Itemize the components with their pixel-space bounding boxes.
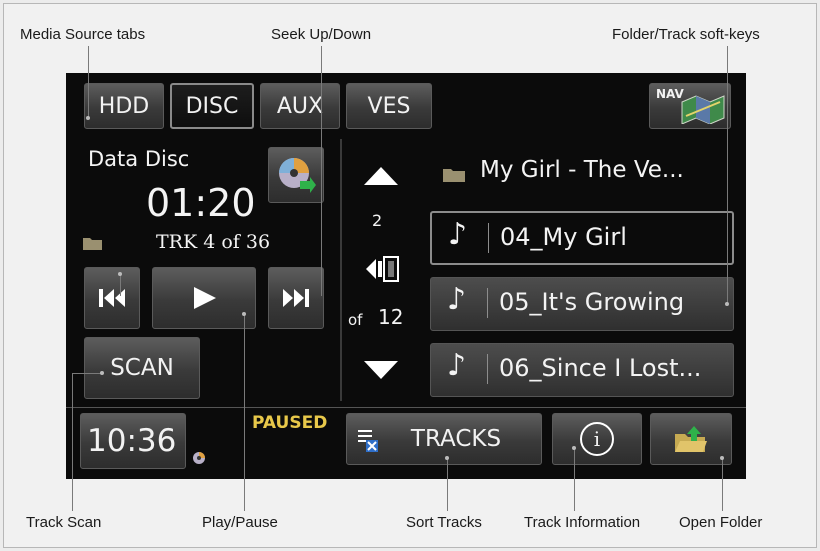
play-icon: [194, 287, 216, 309]
track-name: 06_Since I Lost...: [499, 354, 702, 382]
bottom-divider: [66, 407, 746, 408]
folder-down-button[interactable]: [362, 359, 400, 381]
leader-dot: [725, 302, 729, 306]
folder-up-button[interactable]: [362, 165, 400, 187]
leader-line: [722, 458, 723, 511]
disc-status-icon: [193, 452, 205, 464]
elapsed-time: 01:20: [146, 181, 256, 225]
callout-folder-track-soft-keys: Folder/Track soft-keys: [612, 26, 760, 43]
source-title: Data Disc: [88, 147, 190, 171]
music-note-icon: ♪: [447, 348, 467, 383]
track-item[interactable]: ♪ 04_My Girl: [430, 211, 734, 265]
leader-line: [88, 46, 89, 118]
folder-total: 12: [378, 305, 404, 329]
sort-tracks-label: TRACKS: [410, 426, 502, 452]
callout-sort-tracks: Sort Tracks: [406, 514, 482, 531]
folder-icon: [443, 169, 465, 182]
folder-back-icon[interactable]: [364, 253, 400, 285]
sort-list-icon: [358, 430, 378, 452]
track-name: 05_It's Growing: [499, 288, 685, 316]
leader-dot: [86, 116, 90, 120]
tab-aux[interactable]: AUX: [260, 83, 340, 129]
skip-back-icon: [99, 289, 125, 307]
seek-down-button[interactable]: [84, 267, 140, 329]
leader-line: [321, 46, 322, 296]
leader-dot: [445, 456, 449, 460]
open-folder-icon: [675, 426, 707, 452]
leader-line: [574, 448, 575, 511]
playback-status: PAUSED: [252, 413, 328, 433]
skip-forward-icon: [283, 289, 309, 307]
track-info-button[interactable]: i: [552, 413, 642, 465]
tab-hdd[interactable]: HDD: [84, 83, 164, 129]
leader-dot: [242, 312, 246, 316]
folder-icon: [83, 238, 102, 250]
disc-eject-button[interactable]: [268, 147, 324, 203]
leader-dot: [720, 456, 724, 460]
leader-dot: [100, 371, 104, 375]
leader-dot: [572, 446, 576, 450]
callout-track-scan: Track Scan: [26, 514, 102, 531]
panel-divider: [340, 139, 342, 401]
nav-button[interactable]: NAV: [649, 83, 731, 129]
track-name: 04_My Girl: [500, 223, 627, 251]
scan-button[interactable]: SCAN: [84, 337, 200, 399]
play-pause-button[interactable]: [152, 267, 256, 329]
callout-media-source-tabs: Media Source tabs: [20, 26, 146, 43]
callout-seek-up-down: Seek Up/Down: [271, 26, 372, 43]
callout-open-folder: Open Folder: [679, 514, 763, 531]
callout-track-information: Track Information: [524, 514, 641, 531]
track-separator: [487, 354, 488, 384]
music-note-icon: ♪: [448, 217, 468, 252]
folder-number: 2: [372, 211, 383, 230]
folder-name: My Girl - The Ve...: [480, 157, 684, 183]
track-item[interactable]: ♪ 05_It's Growing: [430, 277, 734, 331]
sort-tracks-button[interactable]: TRACKS: [346, 413, 542, 465]
leader-line: [72, 373, 73, 511]
track-item[interactable]: ♪ 06_Since I Lost...: [430, 343, 734, 397]
leader-line: [72, 373, 102, 374]
leader-line: [120, 274, 121, 296]
track-separator: [488, 223, 489, 253]
tab-disc[interactable]: DISC: [170, 83, 254, 129]
callout-play-pause: Play/Pause: [202, 514, 278, 531]
track-separator: [487, 288, 488, 318]
track-counter: TRK 4 of 36: [156, 231, 271, 253]
map-icon: [681, 95, 725, 124]
music-note-icon: ♪: [447, 282, 467, 317]
clock-display: 10:36: [80, 413, 186, 469]
leader-line: [447, 458, 448, 511]
info-icon: i: [580, 422, 614, 456]
leader-line: [727, 46, 728, 304]
tab-ves[interactable]: VES: [346, 83, 432, 129]
infotainment-screen: HDD DISC AUX VES NAV Data Disc 01:20 TRK…: [66, 73, 746, 479]
leader-dot: [118, 272, 122, 276]
disc-icon: [279, 158, 316, 193]
folder-of-label: of: [348, 311, 363, 329]
leader-line: [244, 314, 245, 511]
seek-up-button[interactable]: [268, 267, 324, 329]
